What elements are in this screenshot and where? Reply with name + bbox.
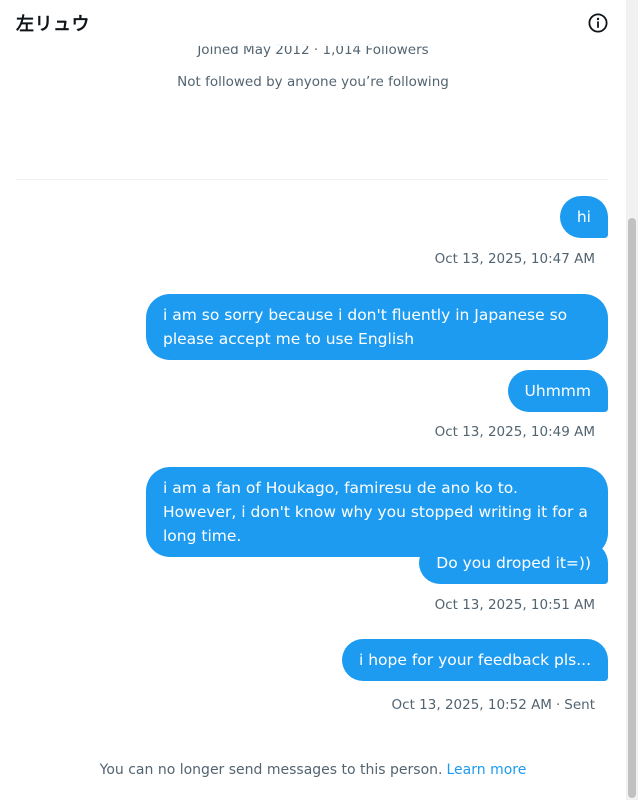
message-timestamp-sent: Oct 13, 2025, 10:52 AM · Sent: [392, 697, 595, 713]
message-bubble[interactable]: Uhmmm: [507, 370, 608, 412]
conversation-title: 左リュウ: [16, 14, 90, 35]
info-circle-icon[interactable]: [586, 11, 610, 35]
separator-dot: ·: [555, 697, 561, 713]
message-timestamp: Oct 13, 2025, 10:47 AM: [434, 251, 595, 267]
divider: [16, 179, 608, 180]
conversation-header: 左リュウ: [0, 0, 626, 46]
message-bubble[interactable]: i hope for your feedback pls...: [342, 639, 608, 681]
footer-notice: You can no longer send messages to this …: [99, 762, 443, 778]
message-bubble[interactable]: hi: [559, 196, 608, 238]
scrollbar-thumb[interactable]: [628, 218, 636, 798]
conversation-footer: You can no longer send messages to this …: [0, 740, 626, 800]
sent-status: Sent: [564, 697, 595, 713]
conversation-scroll-area[interactable]: Joined May 2012 · 1,014 Followers Not fo…: [0, 0, 626, 740]
profile-followed-by: Not followed by anyone you’re following: [177, 74, 449, 90]
message-bubble[interactable]: Do you droped it=)): [419, 542, 608, 584]
learn-more-link[interactable]: Learn more: [446, 762, 526, 778]
message-timestamp: Oct 13, 2025, 10:49 AM: [434, 424, 595, 440]
message-bubble[interactable]: i am so sorry because i don't fluently i…: [146, 294, 608, 360]
message-timestamp: Oct 13, 2025, 10:51 AM: [434, 597, 595, 613]
timestamp-text: Oct 13, 2025, 10:52 AM: [391, 697, 552, 713]
